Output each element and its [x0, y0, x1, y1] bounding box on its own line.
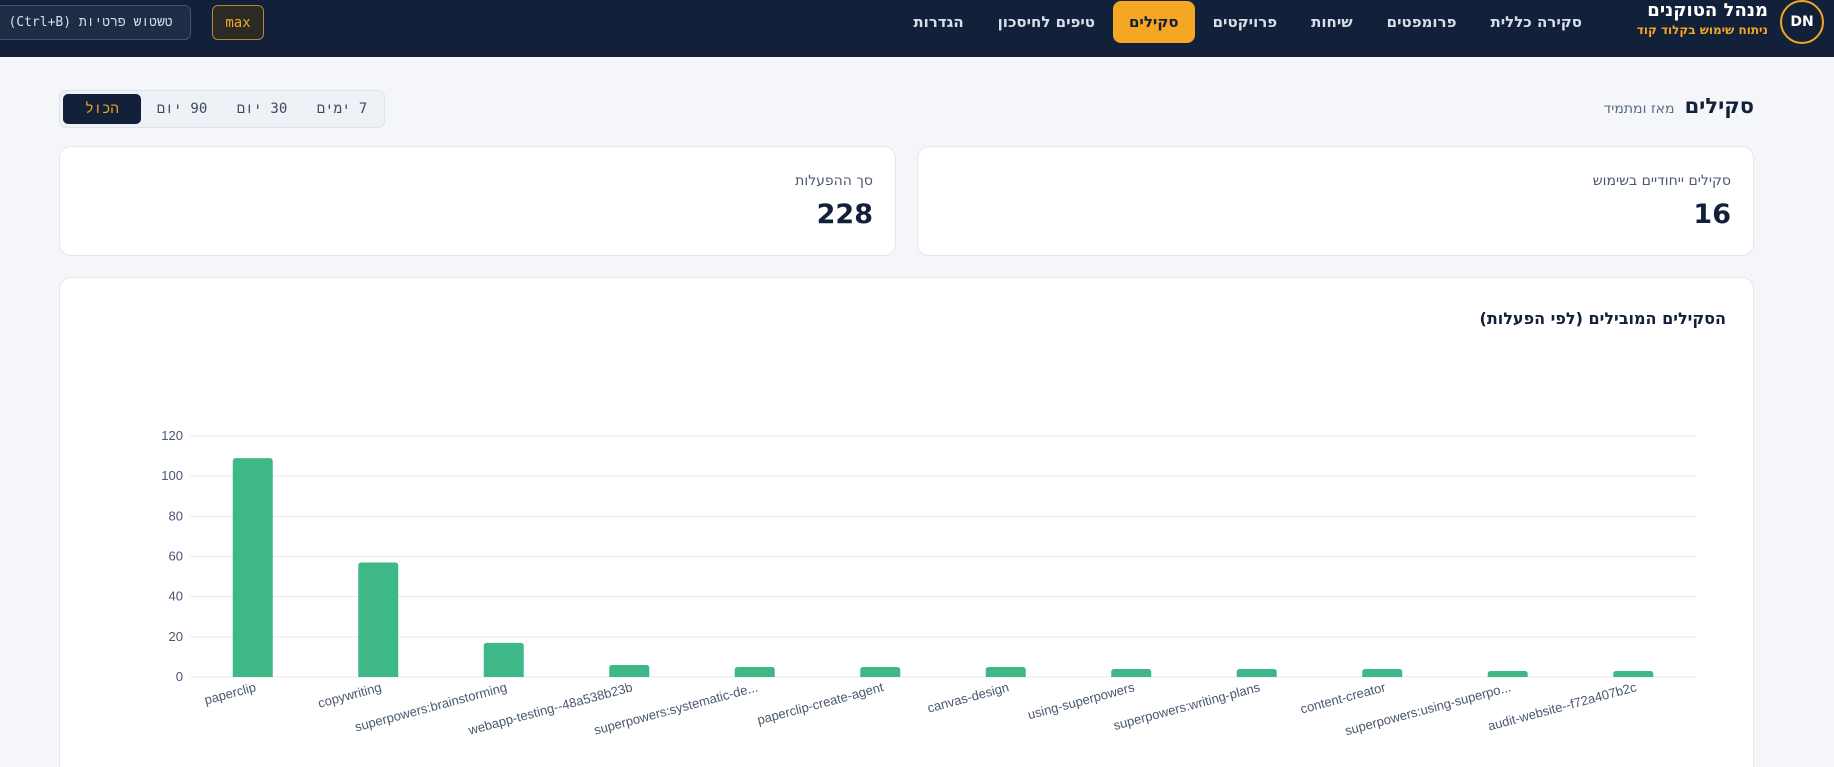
page-subtitle: מאז ומתמיד	[1603, 101, 1675, 117]
nav-item-overview[interactable]: סקירה כללית	[1474, 1, 1598, 43]
brand-subtitle: ניתוח שימוש בקלוד קוד	[1636, 23, 1768, 37]
nav-item-prompts[interactable]: פרומפטים	[1371, 1, 1473, 43]
x-tick-label: content-creator	[1299, 679, 1388, 716]
top-skills-bar-chart: 0 20 40 60 80 100 120 paperclip copywriting super…	[161, 428, 1696, 738]
bar	[483, 642, 524, 677]
unique-skills-card: סקילים ייחודיים בשימוש 16	[917, 146, 1754, 256]
range-90-days[interactable]: 90 יום	[143, 94, 221, 124]
avatar[interactable]: DN	[1780, 0, 1824, 44]
x-tick-label: paperclip-create-agent	[755, 679, 885, 727]
y-tick-label: 60	[169, 549, 183, 564]
bar	[734, 666, 775, 677]
nav-item-projects[interactable]: פרויקטים	[1197, 1, 1294, 43]
x-tick-label: canvas-design	[926, 679, 1011, 715]
y-tick-label: 100	[161, 468, 183, 483]
bar	[1111, 668, 1152, 677]
bar	[1487, 670, 1528, 677]
x-tick-label: superpowers:writing-plans	[1112, 679, 1262, 733]
y-tick-label: 80	[169, 508, 183, 523]
privacy-blur-button[interactable]: טשטוש פרטיות (Ctrl+B)	[0, 5, 191, 40]
total-activations-label: סך ההפעלות	[795, 173, 873, 189]
top-skills-chart-card: הסקילים המובילים (לפי הפעלות) 0 20 40 60 80 1…	[59, 277, 1754, 767]
bar	[1236, 668, 1277, 677]
y-tick-label: 120	[161, 428, 183, 443]
bar	[232, 458, 273, 677]
bar	[1362, 668, 1403, 677]
nav-item-conversations[interactable]: שיחות	[1295, 1, 1369, 43]
bar	[358, 562, 399, 677]
x-tick-label: paperclip	[203, 679, 258, 707]
y-tick-label: 40	[169, 589, 183, 604]
bar	[860, 666, 901, 677]
range-30-days[interactable]: 30 יום	[223, 94, 301, 124]
total-activations-card: סך ההפעלות 228	[59, 146, 896, 256]
bar	[609, 664, 650, 677]
unique-skills-value: 16	[1693, 199, 1731, 230]
main-nav: סקירה כללית פרומפטים שיחות פרויקטים סקיל…	[897, 1, 1598, 43]
bar	[1613, 670, 1654, 677]
top-navbar: DN מנהל הטוקנים ניתוח שימוש בקלוד קוד סק…	[0, 0, 1834, 57]
nav-item-settings[interactable]: הגדרות	[897, 1, 979, 43]
y-tick-label: 0	[176, 669, 183, 684]
range-7-days[interactable]: 7 ימים	[303, 94, 381, 124]
nav-item-skills[interactable]: סקילים	[1112, 1, 1195, 43]
brand-title: מנהל הטוקנים	[1647, 0, 1768, 21]
max-plan-button[interactable]: max	[212, 5, 264, 40]
nav-item-savings-tips[interactable]: טיפים לחיסכון	[982, 1, 1111, 43]
brand-text: מנהל הטוקנים ניתוח שימוש בקלוד קוד	[1637, 0, 1768, 38]
x-tick-label: copywriting	[316, 679, 383, 710]
page-header: סקילים מאז ומתמיד	[1604, 94, 1754, 118]
unique-skills-label: סקילים ייחודיים בשימוש	[1592, 173, 1731, 189]
total-activations-value: 228	[816, 199, 873, 230]
y-tick-label: 20	[169, 629, 183, 644]
page-title: סקילים	[1684, 94, 1754, 118]
range-all[interactable]: הכול	[63, 94, 141, 124]
time-range-selector: 7 ימים 30 יום 90 יום הכול	[59, 90, 385, 128]
bar	[985, 666, 1026, 677]
